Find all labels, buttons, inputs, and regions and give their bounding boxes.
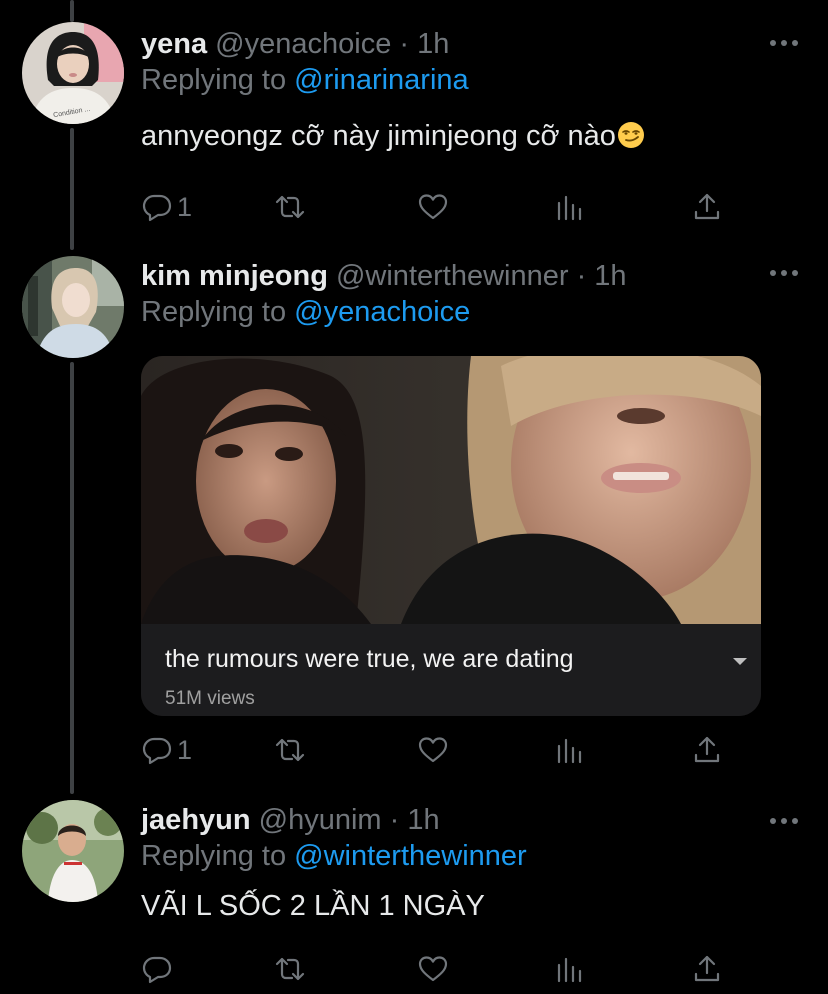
replying-to-label: Replying to [141, 64, 295, 96]
video-caption-bar: the rumours were true, we are dating 51M… [141, 624, 761, 716]
tweet-header: jaehyun @hyunim · 1h [141, 802, 808, 838]
display-name[interactable]: yena [141, 28, 207, 60]
analytics-icon [557, 195, 582, 221]
chevron-down-icon[interactable] [733, 658, 747, 665]
avatar[interactable] [22, 800, 124, 902]
retweet-icon [275, 195, 305, 219]
reply-count: 1 [177, 734, 193, 765]
like-icon [418, 737, 448, 763]
reply-button[interactable] [141, 951, 177, 987]
replying-to-label: Replying to [141, 840, 295, 872]
replying-to: Replying to @rinarinarina [141, 62, 808, 98]
tweet-actions [141, 951, 741, 987]
like-button[interactable] [417, 732, 449, 768]
handle[interactable]: @hyunim [259, 804, 382, 836]
share-icon [694, 193, 720, 220]
reply-icon [142, 194, 172, 222]
timestamp[interactable]: · 1h [399, 28, 449, 60]
tweet-text: VÃI L SỐC 2 LẦN 1 NGÀY [141, 888, 808, 924]
reply-icon [142, 737, 172, 765]
tweet-header: kim minjeong @winterthewinner · 1h [141, 258, 808, 294]
avatar[interactable]: Condition ... [22, 22, 124, 124]
share-button[interactable] [691, 189, 723, 225]
tweet-text: annyeongz cỡ này jiminjeong cỡ nào [141, 118, 808, 154]
tweet-kim-minjeong[interactable]: kim minjeong @winterthewinner · 1h Reply… [0, 250, 828, 780]
analytics-icon [557, 957, 582, 983]
tweet-jaehyun[interactable]: jaehyun @hyunim · 1h Replying to @winter… [0, 794, 828, 994]
tweet-header: yena @yenachoice · 1h [141, 26, 808, 62]
retweet-button[interactable] [274, 732, 306, 768]
replying-to: Replying to @winterthewinner [141, 838, 808, 874]
handle[interactable]: @yenachoice [215, 28, 391, 60]
timestamp[interactable]: · 1h [577, 260, 627, 292]
reply-count: 1 [177, 191, 193, 222]
tweet-yena[interactable]: Condition ... yena @yenachoice · 1h Repl… [0, 0, 828, 240]
share-button[interactable] [691, 951, 723, 987]
replying-to: Replying to @yenachoice [141, 294, 808, 330]
mention-link[interactable]: @yenachoice [294, 296, 470, 328]
like-icon [418, 194, 448, 220]
mention-link[interactable]: @rinarinarina [294, 64, 469, 96]
retweet-icon [275, 738, 305, 762]
retweet-button[interactable] [274, 951, 306, 987]
like-icon [418, 956, 448, 982]
retweet-icon [275, 957, 305, 981]
like-button[interactable] [417, 951, 449, 987]
video-thumbnail [141, 356, 761, 624]
reply-button[interactable]: 1 [141, 732, 192, 768]
analytics-icon [557, 738, 582, 764]
like-button[interactable] [417, 189, 449, 225]
video-caption: the rumours were true, we are dating [165, 645, 574, 673]
share-icon [694, 736, 720, 763]
replying-to-label: Replying to [141, 296, 295, 328]
smirking-face-icon [617, 122, 644, 148]
tweet-text-content: annyeongz cỡ này jiminjeong cỡ nào [141, 120, 616, 152]
share-button[interactable] [691, 732, 723, 768]
mention-link[interactable]: @winterthewinner [294, 840, 527, 872]
retweet-button[interactable] [274, 189, 306, 225]
view-count: 51M views [165, 688, 255, 709]
analytics-button[interactable] [554, 189, 586, 225]
avatar[interactable] [22, 256, 124, 358]
analytics-button[interactable] [554, 732, 586, 768]
reply-icon [142, 956, 172, 984]
analytics-button[interactable] [554, 951, 586, 987]
share-icon [694, 955, 720, 982]
tweet-actions: 1 [141, 189, 741, 225]
display-name[interactable]: kim minjeong [141, 260, 328, 292]
display-name[interactable]: jaehyun [141, 804, 251, 836]
reply-button[interactable]: 1 [141, 189, 192, 225]
handle[interactable]: @winterthewinner [336, 260, 569, 292]
timestamp[interactable]: · 1h [390, 804, 440, 836]
video-media[interactable]: the rumours were true, we are dating 51M… [141, 356, 761, 716]
tweet-text-content: VÃI L SỐC 2 LẦN 1 NGÀY [141, 890, 485, 922]
tweet-actions: 1 [141, 732, 741, 768]
